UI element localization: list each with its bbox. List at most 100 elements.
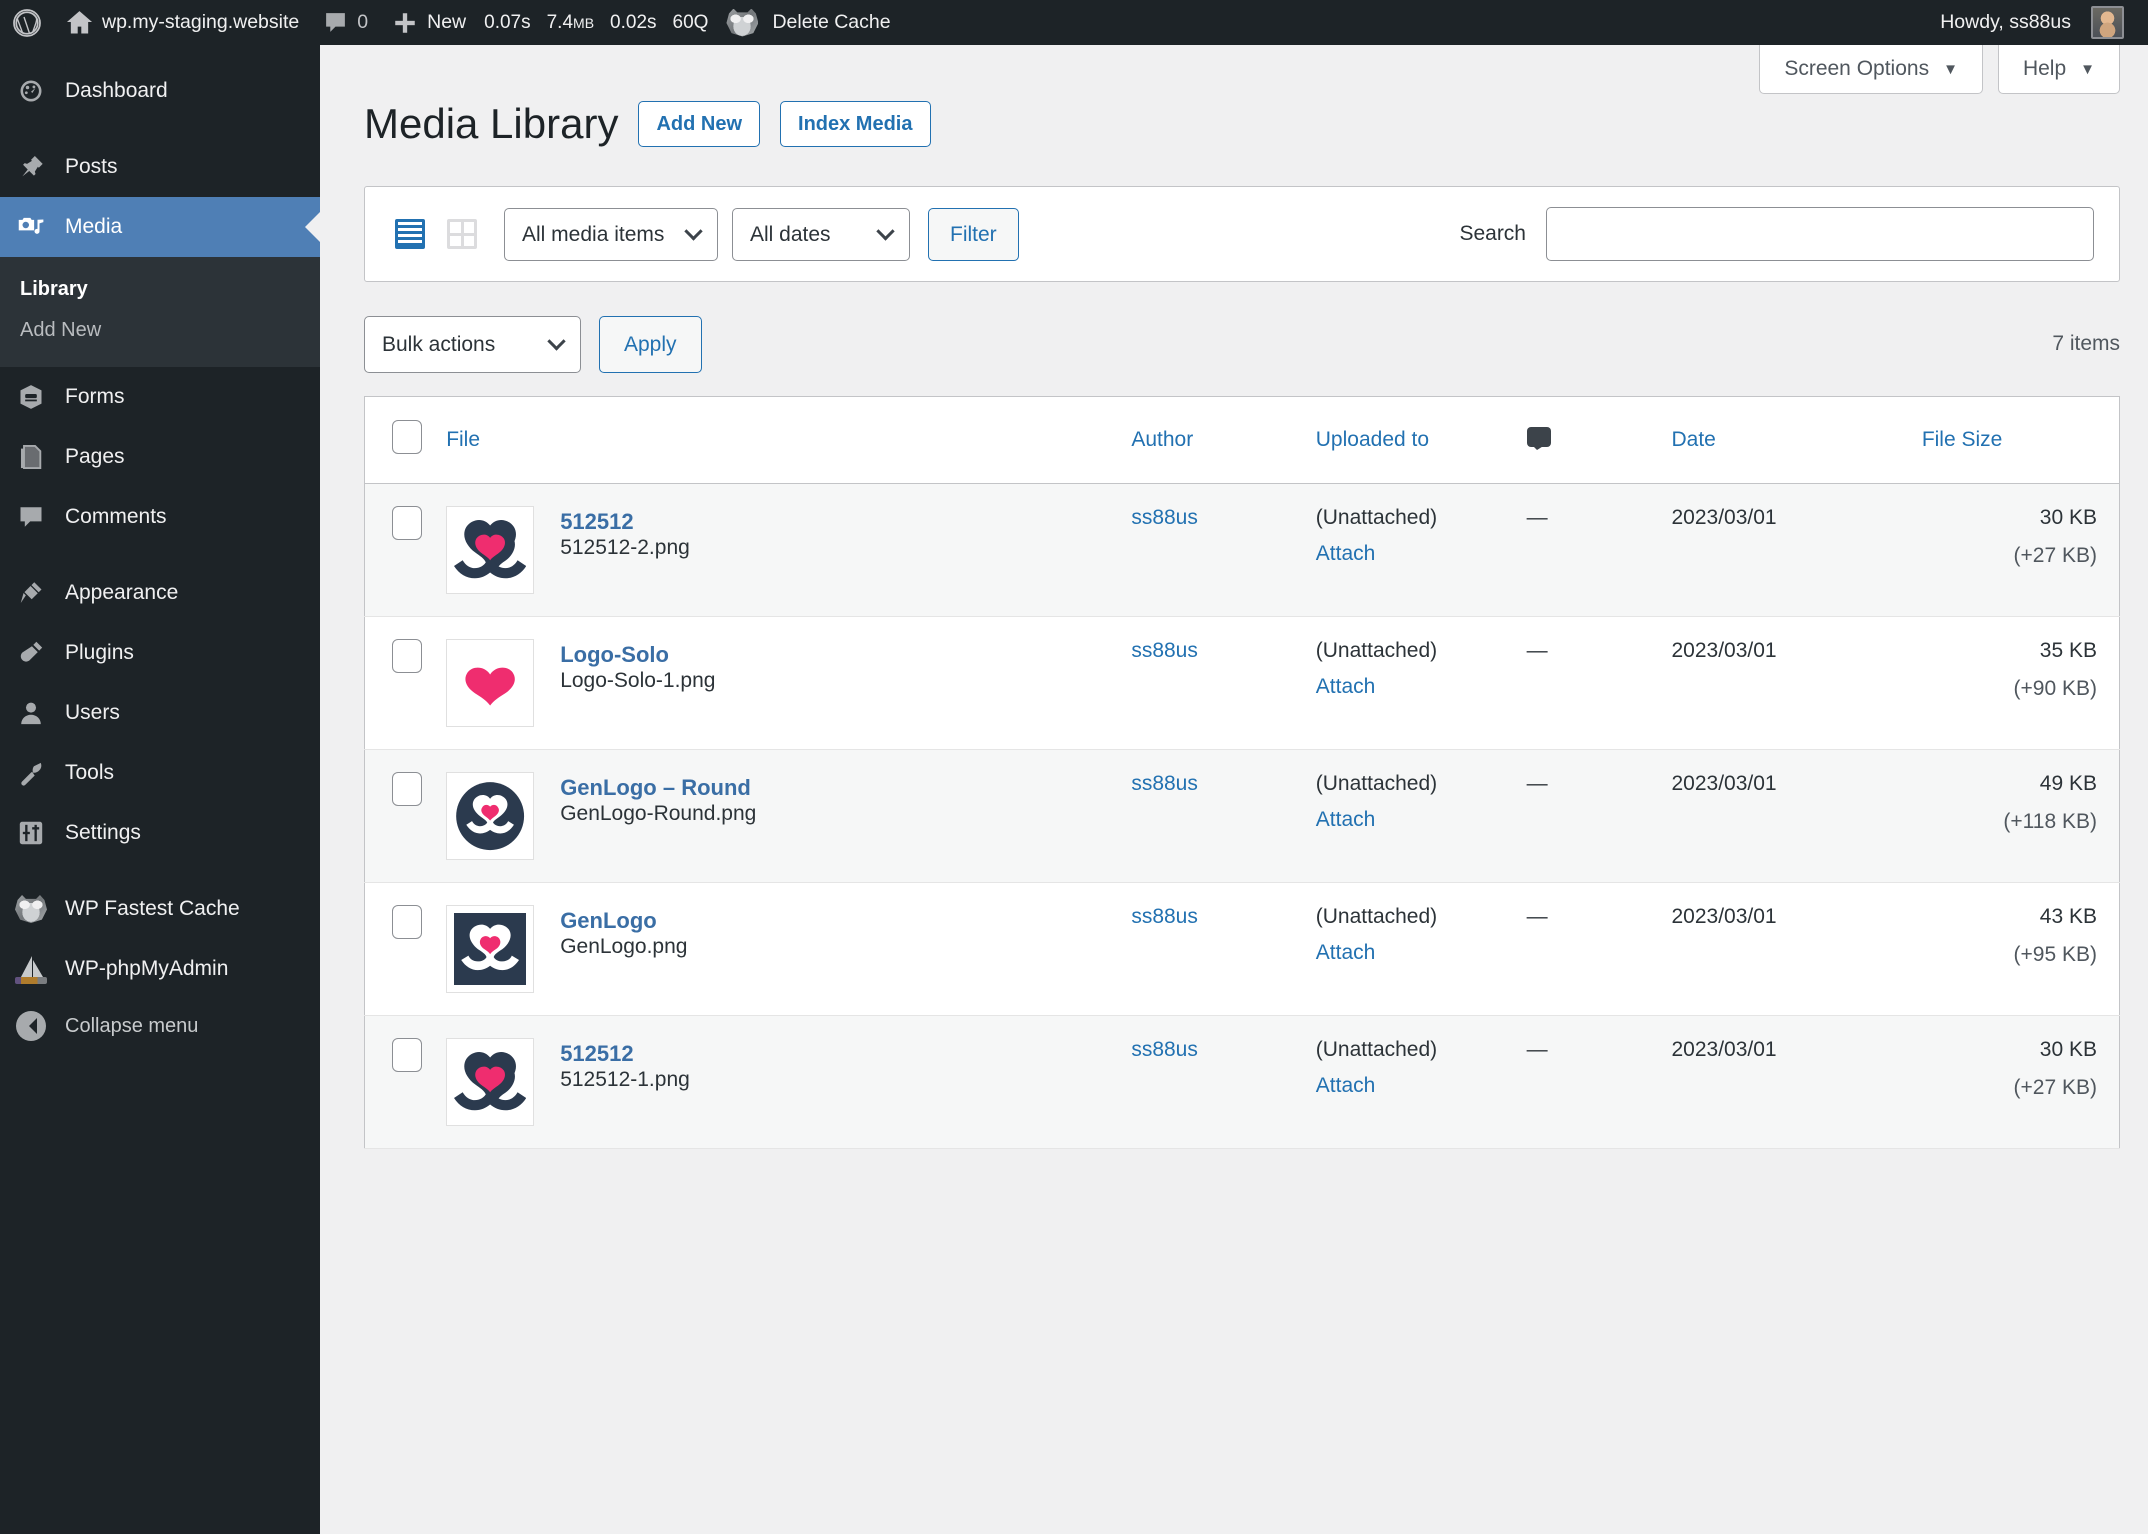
row-checkbox[interactable] bbox=[392, 1038, 422, 1072]
column-header-comments[interactable] bbox=[1527, 397, 1672, 484]
file-cell: 512512 512512-1.png bbox=[446, 1016, 1131, 1149]
column-header-file[interactable]: File bbox=[446, 397, 1131, 484]
logo-heart-pink-icon bbox=[454, 647, 526, 719]
table-row[interactable]: Logo-Solo Logo-Solo-1.png ss88us (Unatta… bbox=[365, 617, 2120, 750]
column-header-date[interactable]: Date bbox=[1671, 397, 1921, 484]
author-link[interactable]: ss88us bbox=[1131, 1038, 1198, 1061]
bulk-actions-select[interactable]: Bulk actions bbox=[364, 316, 581, 373]
date-cell: 2023/03/01 bbox=[1671, 484, 1921, 617]
performance-stats: 0.07s 7.4MB 0.02s 60Q bbox=[478, 12, 714, 34]
sidebar-item-tools[interactable]: Tools bbox=[0, 743, 320, 803]
attach-link[interactable]: Attach bbox=[1316, 675, 1376, 698]
help-button[interactable]: Help ▼ bbox=[1998, 45, 2120, 94]
add-new-button[interactable]: Add New bbox=[638, 101, 760, 147]
comments-value: — bbox=[1527, 772, 1548, 795]
grid-view-icon[interactable] bbox=[442, 214, 482, 254]
file-title-link[interactable]: GenLogo bbox=[560, 907, 687, 935]
file-size-extra: (+27 KB) bbox=[1922, 544, 2097, 568]
table-row[interactable]: GenLogo GenLogo.png ss88us (Unattached) … bbox=[365, 883, 2120, 1016]
screen-options-button[interactable]: Screen Options ▼ bbox=[1759, 45, 1983, 94]
comments-menu[interactable]: 0 bbox=[311, 0, 380, 45]
media-type-filter[interactable]: All media items bbox=[504, 208, 718, 261]
paintbrush-icon bbox=[14, 576, 48, 610]
sidebar-item-dashboard[interactable]: Dashboard bbox=[0, 61, 320, 121]
apply-button[interactable]: Apply bbox=[599, 316, 702, 373]
sidebar-item-pages[interactable]: Pages bbox=[0, 427, 320, 487]
sidebar-item-comments[interactable]: Comments bbox=[0, 487, 320, 547]
comments-value: — bbox=[1527, 1038, 1548, 1061]
column-header-uploaded-to[interactable]: Uploaded to bbox=[1316, 397, 1527, 484]
column-header-author[interactable]: Author bbox=[1131, 397, 1315, 484]
attach-link[interactable]: Attach bbox=[1316, 808, 1376, 831]
media-table: File Author Uploaded to Date File Size 5… bbox=[364, 396, 2120, 1149]
table-nav-top: Bulk actions Apply 7 items bbox=[364, 314, 2120, 374]
sidebar-item-label: WP Fastest Cache bbox=[65, 896, 320, 922]
logo-square-dark-icon bbox=[454, 913, 526, 985]
file-cell: 512512 512512-2.png bbox=[446, 484, 1131, 617]
table-row[interactable]: 512512 512512-1.png ss88us (Unattached) … bbox=[365, 1016, 2120, 1149]
media-thumbnail[interactable] bbox=[446, 1038, 534, 1126]
author-cell: ss88us bbox=[1131, 1016, 1315, 1149]
help-label: Help bbox=[2023, 57, 2066, 81]
row-checkbox[interactable] bbox=[392, 506, 422, 540]
sidebar-item-library[interactable]: Library bbox=[0, 269, 320, 310]
comment-bubble-icon bbox=[14, 500, 48, 534]
sidebar-item-add-new-media[interactable]: Add New bbox=[0, 310, 320, 351]
index-media-button[interactable]: Index Media bbox=[780, 101, 930, 147]
sidebar-item-wp-fastest-cache[interactable]: WP Fastest Cache bbox=[0, 879, 320, 939]
date-filter-wrap: All dates bbox=[732, 208, 910, 261]
media-filter-panel: All media items All dates Filter Search bbox=[364, 186, 2120, 282]
my-account-menu[interactable]: Howdy, ss88us bbox=[1928, 0, 2148, 45]
site-name-menu[interactable]: wp.my-staging.website bbox=[54, 0, 311, 45]
collapse-menu-label: Collapse menu bbox=[65, 1014, 320, 1039]
sidebar-item-posts[interactable]: Posts bbox=[0, 137, 320, 197]
search-input[interactable] bbox=[1546, 207, 2094, 261]
author-link[interactable]: ss88us bbox=[1131, 506, 1198, 529]
attach-link[interactable]: Attach bbox=[1316, 941, 1376, 964]
media-thumbnail[interactable] bbox=[446, 905, 534, 993]
row-checkbox[interactable] bbox=[392, 639, 422, 673]
media-thumbnail[interactable] bbox=[446, 772, 534, 860]
author-cell: ss88us bbox=[1131, 883, 1315, 1016]
author-link[interactable]: ss88us bbox=[1131, 639, 1198, 662]
file-title-link[interactable]: 512512 bbox=[560, 508, 690, 536]
wp-logo-menu[interactable] bbox=[0, 0, 54, 45]
sidebar-item-appearance[interactable]: Appearance bbox=[0, 563, 320, 623]
new-content-menu[interactable]: New bbox=[380, 0, 478, 45]
media-table-body: 512512 512512-2.png ss88us (Unattached) … bbox=[365, 484, 2120, 1149]
author-link[interactable]: ss88us bbox=[1131, 772, 1198, 795]
sidebar-item-plugins[interactable]: Plugins bbox=[0, 623, 320, 683]
sidebar-item-settings[interactable]: Settings bbox=[0, 803, 320, 863]
delete-cache-menu[interactable]: Delete Cache bbox=[714, 0, 902, 45]
media-table-head: File Author Uploaded to Date File Size bbox=[365, 397, 2120, 484]
admin-bar: wp.my-staging.website 0 New 0.07s 7.4MB … bbox=[0, 0, 2148, 45]
author-link[interactable]: ss88us bbox=[1131, 905, 1198, 928]
collapse-menu-button[interactable]: Collapse menu bbox=[0, 999, 320, 1056]
date-cell: 2023/03/01 bbox=[1671, 1016, 1921, 1149]
column-header-file-size[interactable]: File Size bbox=[1922, 397, 2120, 484]
sidebar-item-users[interactable]: Users bbox=[0, 683, 320, 743]
sidebar-item-wp-phpmyadmin[interactable]: WP-phpMyAdmin bbox=[0, 939, 320, 999]
row-checkbox[interactable] bbox=[392, 772, 422, 806]
media-thumbnail[interactable] bbox=[446, 639, 534, 727]
file-title-link[interactable]: 512512 bbox=[560, 1040, 690, 1068]
list-view-icon[interactable] bbox=[390, 214, 430, 254]
chevron-down-icon: ▼ bbox=[1943, 62, 1958, 77]
filter-button[interactable]: Filter bbox=[928, 208, 1019, 261]
sidebar-item-media[interactable]: Media bbox=[0, 197, 320, 257]
delete-cache-label: Delete Cache bbox=[772, 11, 890, 34]
media-thumbnail[interactable] bbox=[446, 506, 534, 594]
uploaded-to-value: (Unattached) bbox=[1316, 905, 1437, 928]
table-row[interactable]: 512512 512512-2.png ss88us (Unattached) … bbox=[365, 484, 2120, 617]
perf-load-time: 0.07s bbox=[484, 12, 530, 34]
date-cell: 2023/03/01 bbox=[1671, 750, 1921, 883]
sidebar-item-forms[interactable]: Forms bbox=[0, 367, 320, 427]
table-row[interactable]: GenLogo – Round GenLogo-Round.png ss88us… bbox=[365, 750, 2120, 883]
select-all-checkbox[interactable] bbox=[392, 420, 422, 454]
date-filter[interactable]: All dates bbox=[732, 208, 910, 261]
row-checkbox[interactable] bbox=[392, 905, 422, 939]
file-title-link[interactable]: GenLogo – Round bbox=[560, 774, 756, 802]
attach-link[interactable]: Attach bbox=[1316, 542, 1376, 565]
attach-link[interactable]: Attach bbox=[1316, 1074, 1376, 1097]
file-title-link[interactable]: Logo-Solo bbox=[560, 641, 715, 669]
